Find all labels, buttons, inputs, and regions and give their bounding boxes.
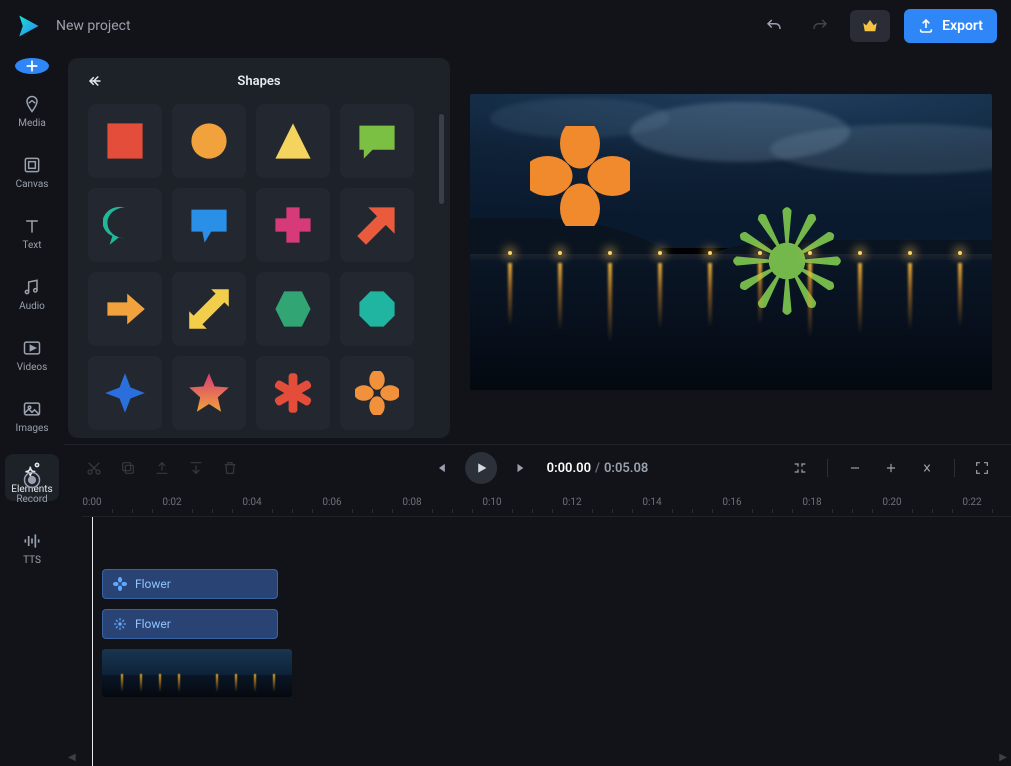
redo-button[interactable] — [804, 10, 836, 42]
ruler-tick: 0:10 — [482, 497, 501, 508]
ruler-tick: 0:22 — [962, 497, 981, 508]
rail-label: Text — [22, 240, 41, 251]
app-logo[interactable] — [14, 12, 42, 40]
track-label: Flower — [135, 577, 171, 591]
panel-scrollbar[interactable] — [439, 114, 444, 204]
shape-star5[interactable] — [172, 356, 246, 430]
rail-label: Canvas — [16, 179, 49, 190]
shape-circle[interactable] — [172, 104, 246, 178]
ruler-tick: 0:20 — [882, 497, 901, 508]
cut-button[interactable] — [80, 454, 108, 482]
panel-header: Shapes — [68, 58, 450, 104]
ruler-tick: 0:16 — [722, 497, 741, 508]
ruler-tick: 0:18 — [802, 497, 821, 508]
shape-square[interactable] — [88, 104, 162, 178]
ruler-tick: 0:14 — [642, 497, 661, 508]
export-label: Export — [942, 18, 983, 34]
up-button[interactable] — [148, 454, 176, 482]
overlay-flower-green[interactable] — [732, 206, 842, 320]
rail-item-images[interactable]: Images — [5, 393, 59, 440]
undo-button[interactable] — [758, 10, 790, 42]
time-duration: 0:05.08 — [604, 461, 648, 476]
ruler-tick: 0:06 — [322, 497, 341, 508]
ruler-tick: 0:12 — [562, 497, 581, 508]
timeline-toolbar: 0:00.00/0:05.08 — [64, 445, 1011, 491]
fit-button[interactable] — [914, 455, 940, 481]
timeline-tracks[interactable]: Flower Flower — [82, 517, 1011, 766]
time-display: 0:00.00/0:05.08 — [547, 461, 649, 476]
rail-item-canvas[interactable]: Canvas — [5, 149, 59, 196]
fullscreen-button[interactable] — [969, 455, 995, 481]
timeline: 0:00.00/0:05.08 0:00 0:02 0:04 0:06 0:08 0:10… — [64, 444, 1011, 766]
shape-arrow-ne[interactable] — [340, 188, 414, 262]
next-frame-button[interactable] — [509, 455, 535, 481]
panel-title: Shapes — [237, 74, 280, 89]
project-title[interactable]: New project — [56, 18, 131, 34]
shape-plus[interactable] — [256, 188, 330, 262]
ruler-tick: 0:04 — [242, 497, 261, 508]
delete-button[interactable] — [216, 454, 244, 482]
shapes-grid — [88, 104, 430, 430]
shape-arrow-diag[interactable] — [172, 272, 246, 346]
shape-star4[interactable] — [88, 356, 162, 430]
shape-octagon[interactable] — [340, 272, 414, 346]
rail-label: TTS — [23, 555, 41, 566]
left-rail-lower: Record TTS — [0, 444, 64, 766]
add-button[interactable] — [15, 58, 49, 74]
time-current: 0:00.00 — [547, 461, 591, 476]
shape-asterisk[interactable] — [256, 356, 330, 430]
zoom-out-button[interactable] — [842, 455, 868, 481]
rail-label: Audio — [19, 301, 45, 312]
top-bar: New project Export — [0, 0, 1011, 52]
elements-panel: Shapes — [68, 58, 450, 438]
video-clip[interactable] — [102, 649, 292, 697]
down-button[interactable] — [182, 454, 210, 482]
shape-arrow-right[interactable] — [88, 272, 162, 346]
shape-speech-round[interactable] — [88, 188, 162, 262]
burst-icon — [113, 617, 127, 631]
rail-label: Videos — [17, 362, 48, 373]
shape-triangle[interactable] — [256, 104, 330, 178]
playhead[interactable] — [92, 517, 93, 766]
preview-area: /* placeholder for generated lights belo… — [450, 52, 1011, 444]
back-button[interactable] — [82, 67, 110, 95]
horizontal-scroll[interactable]: ◀▶ — [64, 750, 1011, 764]
export-button[interactable]: Export — [904, 9, 997, 43]
track-label: Flower — [135, 617, 171, 631]
overlay-flower-orange[interactable] — [530, 126, 630, 230]
timeline-ruler[interactable]: 0:00 0:02 0:04 0:06 0:08 0:10 0:12 0:14 0:16 0:18… — [82, 491, 1011, 517]
export-icon — [918, 18, 934, 34]
copy-button[interactable] — [114, 454, 142, 482]
rail-item-videos[interactable]: Videos — [5, 332, 59, 379]
shape-speech-rect[interactable] — [340, 104, 414, 178]
shape-hexagon[interactable] — [256, 272, 330, 346]
rail-item-media[interactable]: Media — [5, 88, 59, 135]
rail-label: Media — [18, 118, 46, 129]
rail-item-text[interactable]: Text — [5, 210, 59, 257]
zoom-in-button[interactable] — [878, 455, 904, 481]
left-rail: Media Canvas Text Audio Videos Images El… — [0, 52, 64, 444]
rail-label: Record — [16, 494, 47, 505]
premium-button[interactable] — [850, 10, 890, 42]
rail-item-audio[interactable]: Audio — [5, 271, 59, 318]
rail-item-tts[interactable]: TTS — [5, 525, 59, 572]
shape-flower4[interactable] — [340, 356, 414, 430]
rail-label: Images — [15, 423, 48, 434]
ruler-tick: 0:02 — [162, 497, 181, 508]
rail-item-record[interactable]: Record — [5, 464, 59, 511]
track-flower-1[interactable]: Flower — [102, 569, 278, 599]
ruler-tick: 0:00 — [82, 497, 101, 508]
shape-speech-box[interactable] — [172, 188, 246, 262]
play-button[interactable] — [465, 452, 497, 484]
video-preview[interactable]: /* placeholder for generated lights belo… — [470, 94, 992, 390]
flower4-icon — [113, 577, 127, 591]
prev-frame-button[interactable] — [427, 455, 453, 481]
ruler-tick: 0:08 — [402, 497, 421, 508]
track-flower-2[interactable]: Flower — [102, 609, 278, 639]
snap-button[interactable] — [787, 455, 813, 481]
